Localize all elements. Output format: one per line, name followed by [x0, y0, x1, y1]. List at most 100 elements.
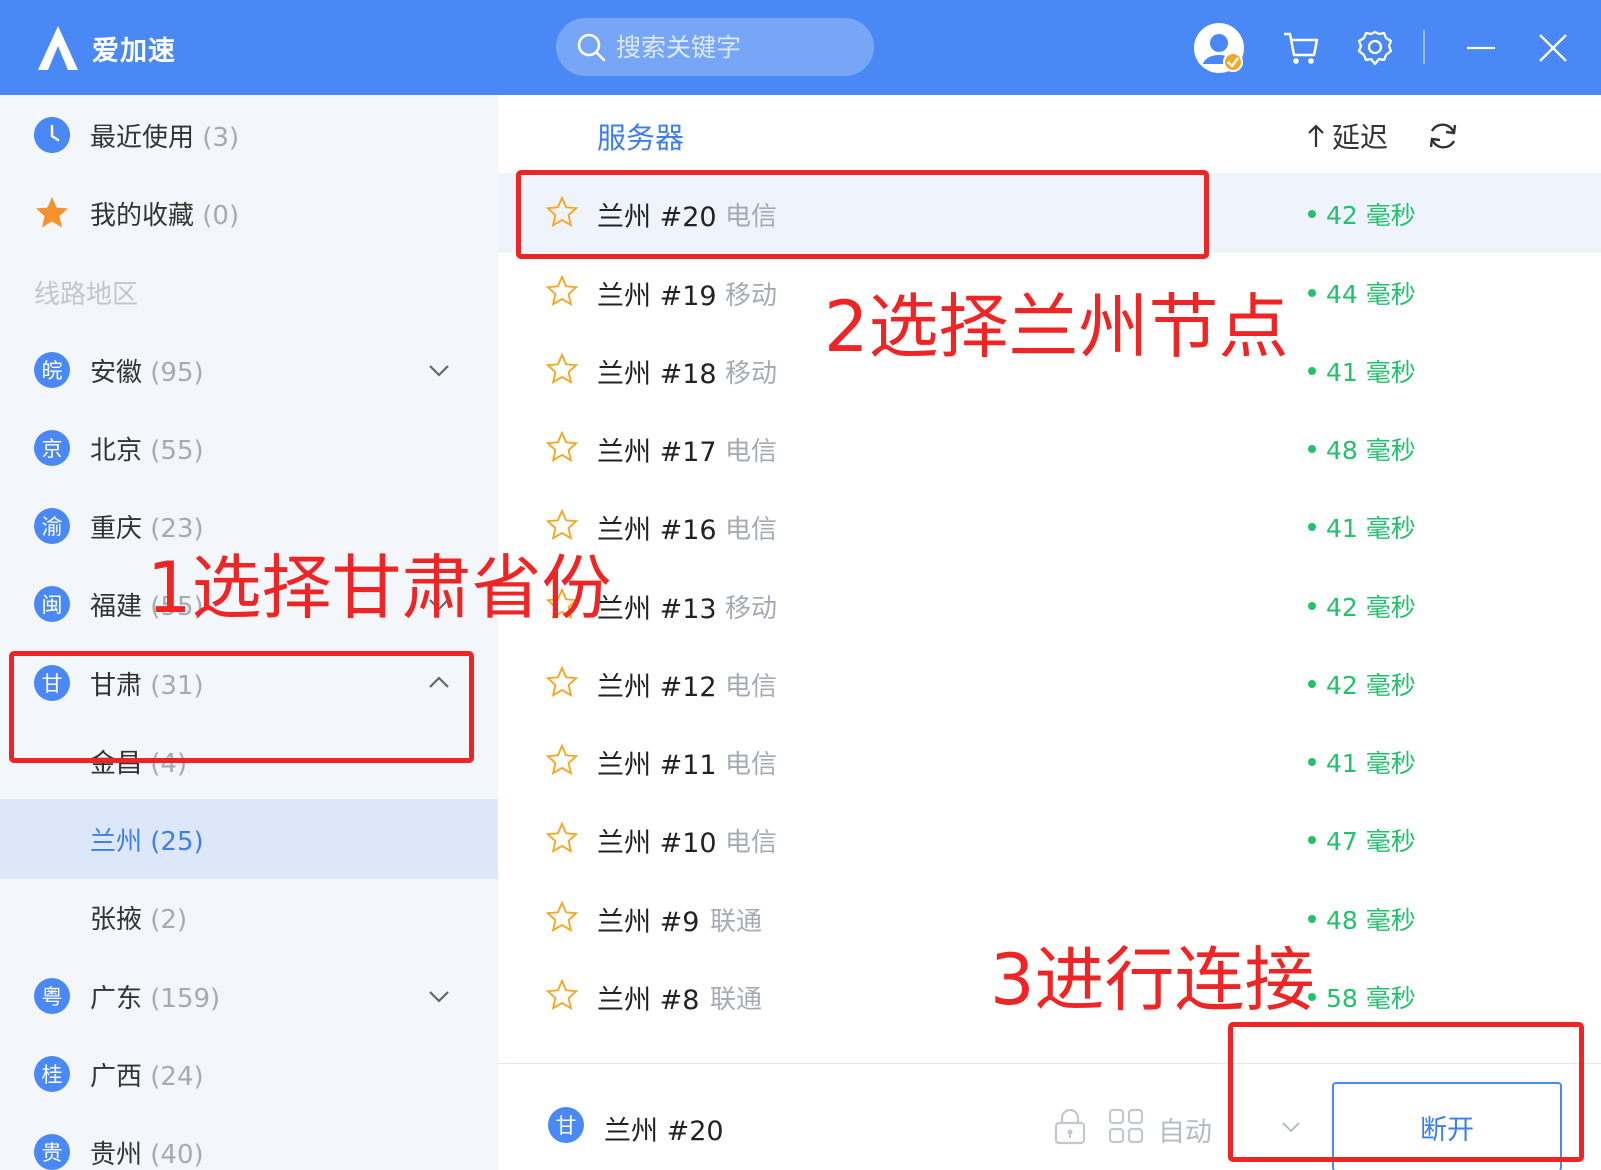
cart-icon [1284, 32, 1319, 64]
server-latency: 41 毫秒 [1308, 509, 1416, 545]
sidebar-item-label: 安徽 (95) [90, 357, 204, 388]
server-row[interactable]: 兰州 #12 电信 42 毫秒 [498, 643, 1601, 723]
sidebar-item-recent[interactable]: 最近使用 (3) [0, 95, 498, 175]
region-badge: 粤 [34, 978, 70, 1014]
region-badge: 闽 [34, 586, 70, 622]
minimize-button[interactable] [1455, 22, 1507, 74]
favorite-star-icon[interactable] [545, 978, 579, 1012]
favorite-star-icon[interactable] [545, 430, 579, 464]
status-dot [1308, 367, 1316, 375]
grid-icon[interactable] [1108, 1108, 1144, 1144]
server-row[interactable]: 兰州 #18 移动 41 毫秒 [498, 330, 1601, 410]
server-row[interactable]: 兰州 #9 联通 48 毫秒 [498, 878, 1601, 958]
chevron-down-icon[interactable] [1278, 1116, 1304, 1138]
server-latency: 44 毫秒 [1308, 275, 1416, 311]
region-badge: 甘 [34, 665, 70, 701]
region-sidebar: 最近使用 (3) 我的收藏 (0) 线路地区 皖 安徽 (95) 京 北京 (5… [0, 95, 498, 1170]
list-header: 服务器 延迟 [498, 95, 1601, 175]
server-name: 兰州 #17 [597, 437, 717, 468]
sidebar-item-label: 广西 (24) [90, 1061, 204, 1092]
avatar[interactable] [1193, 22, 1245, 74]
sidebar-item-fujian[interactable]: 闽 福建 (55) [0, 564, 498, 644]
current-server-name: 兰州 #20 [604, 1116, 724, 1147]
favorite-star-icon[interactable] [545, 352, 579, 386]
server-latency: 58 毫秒 [1308, 979, 1416, 1015]
status-dot [1308, 836, 1316, 844]
sidebar-item-label: 贵州 (40) [90, 1139, 204, 1170]
sidebar-item-beijing[interactable]: 京 北京 (55) [0, 408, 498, 488]
favorite-star-icon[interactable] [545, 587, 579, 621]
server-latency: 41 毫秒 [1308, 353, 1416, 389]
favorite-star-icon[interactable] [545, 900, 579, 934]
server-row[interactable]: 兰州 #20 电信 42 毫秒 [498, 173, 1601, 253]
favorite-star-icon[interactable] [545, 743, 579, 777]
mode-select[interactable]: 自动 [1158, 1110, 1212, 1149]
sidebar-item-gansu[interactable]: 甘 甘肃 (31) [0, 643, 498, 723]
sidebar-subitem-zhangye[interactable]: 张掖 (2) [0, 877, 498, 957]
server-isp: 电信 [725, 750, 778, 780]
sidebar-item-anhui[interactable]: 皖 安徽 (95) [0, 330, 498, 410]
close-button[interactable] [1527, 22, 1579, 74]
region-badge: 渝 [34, 508, 70, 544]
server-row[interactable]: 兰州 #17 电信 48 毫秒 [498, 408, 1601, 488]
clock-icon [34, 117, 70, 153]
server-row[interactable]: 兰州 #11 电信 41 毫秒 [498, 721, 1601, 801]
region-badge: 贵 [34, 1134, 70, 1170]
server-row[interactable]: 兰州 #10 电信 47 毫秒 [498, 799, 1601, 879]
server-isp: 电信 [725, 515, 778, 545]
favorite-star-icon[interactable] [545, 195, 579, 229]
server-name: 兰州 #19 [597, 281, 717, 312]
disconnect-button[interactable]: 断开 [1332, 1082, 1562, 1170]
region-badge: 皖 [34, 352, 70, 388]
refresh-icon[interactable] [1426, 119, 1460, 153]
search-box[interactable] [556, 18, 874, 76]
titlebar-divider [1423, 30, 1425, 64]
close-icon [1539, 34, 1567, 62]
sidebar-item-label: 甘肃 (31) [90, 670, 204, 701]
sidebar-item-chongqing[interactable]: 渝 重庆 (23) [0, 486, 498, 566]
server-panel: 服务器 延迟 兰州 #20 电信 42 毫秒 兰州 #19 移动 44 毫秒 兰… [498, 95, 1601, 1170]
sidebar-item-label: 金昌 (4) [90, 748, 188, 779]
server-isp: 移动 [725, 594, 778, 624]
server-name: 兰州 #18 [597, 359, 717, 390]
favorite-star-icon[interactable] [545, 821, 579, 855]
server-row[interactable]: 兰州 #13 移动 42 毫秒 [498, 565, 1601, 645]
favorite-star-icon[interactable] [545, 274, 579, 308]
chevron-down-icon [429, 599, 449, 611]
sidebar-item-guizhou[interactable]: 贵 贵州 (40) [0, 1112, 498, 1170]
sidebar-subitem-jinchang[interactable]: 金昌 (4) [0, 721, 498, 801]
server-isp: 电信 [725, 202, 778, 232]
server-latency: 47 毫秒 [1308, 822, 1416, 858]
sidebar-item-guangxi[interactable]: 桂 广西 (24) [0, 1034, 498, 1114]
lock-icon[interactable] [1052, 1108, 1088, 1146]
server-name: 兰州 #12 [597, 672, 717, 703]
status-dot [1308, 915, 1316, 923]
sidebar-item-label: 福建 (55) [90, 591, 204, 622]
chevron-down-icon [429, 991, 449, 1003]
favorite-star-icon[interactable] [545, 665, 579, 699]
server-isp: 电信 [725, 828, 778, 858]
server-row[interactable]: 兰州 #8 联通 58 毫秒 [498, 956, 1601, 1036]
chevron-down-icon [429, 365, 449, 377]
sidebar-item-label: 北京 (55) [90, 435, 204, 466]
server-isp: 电信 [725, 437, 778, 467]
server-name: 兰州 #20 [597, 202, 717, 233]
sidebar-subitem-lanzhou[interactable]: 兰州 (25) [0, 799, 498, 879]
server-isp: 联通 [710, 907, 763, 937]
status-dot [1308, 210, 1316, 218]
server-isp: 联通 [710, 985, 763, 1015]
search-input[interactable] [616, 32, 856, 62]
sidebar-item-guangdong[interactable]: 粤 广东 (159) [0, 956, 498, 1036]
sort-latency-button[interactable]: 延迟 [1306, 116, 1388, 156]
server-isp: 电信 [725, 672, 778, 702]
favorite-star-icon[interactable] [545, 508, 579, 542]
settings-button[interactable] [1349, 22, 1401, 74]
cart-button[interactable] [1275, 22, 1327, 74]
sidebar-item-favorites[interactable]: 我的收藏 (0) [0, 173, 498, 253]
server-row[interactable]: 兰州 #16 电信 41 毫秒 [498, 486, 1601, 566]
server-row[interactable]: 兰州 #19 移动 44 毫秒 [498, 252, 1601, 332]
status-dot [1308, 680, 1316, 688]
region-badge: 京 [34, 430, 70, 466]
latency-header-label: 延迟 [1332, 121, 1389, 154]
tab-servers[interactable]: 服务器 [597, 115, 684, 157]
